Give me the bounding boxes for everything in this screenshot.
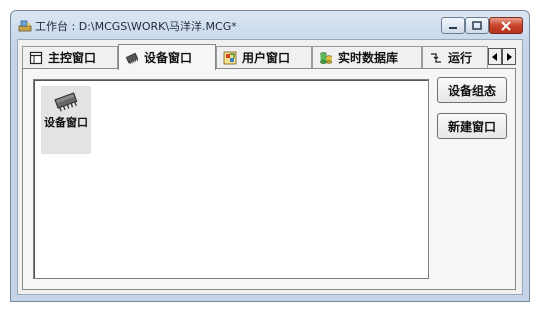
minimize-icon — [449, 26, 457, 29]
title-bar[interactable]: 工作台 : D:\MCGS\WORK\马洋洋.MCG* — [11, 11, 529, 39]
close-button[interactable] — [489, 17, 523, 34]
minimize-button[interactable] — [441, 17, 465, 34]
run-strategy-icon — [431, 52, 441, 63]
device-window-item-label: 设备窗口 — [44, 116, 88, 129]
tab-scroll-right-button[interactable] — [502, 48, 516, 65]
tab-label: 实时数据库 — [338, 51, 399, 65]
maximize-icon — [472, 21, 482, 30]
triangle-left-icon — [492, 52, 497, 61]
tab-main-window[interactable]: 主控窗口 — [22, 46, 118, 68]
device-chip-icon — [54, 92, 78, 112]
tab-label: 用户窗口 — [242, 51, 291, 65]
tab-user-window[interactable]: 用户窗口 — [216, 46, 312, 68]
device-chip-icon — [125, 52, 139, 64]
workbench-window: 工作台 : D:\MCGS\WORK\马洋洋.MCG* 主控窗口 设备窗口 用户… — [10, 10, 530, 302]
tab-label: 设备窗口 — [144, 51, 193, 65]
device-window-list[interactable]: 设备窗口 — [33, 79, 429, 279]
tab-device-window[interactable]: 设备窗口 — [118, 44, 216, 70]
close-icon — [501, 20, 511, 31]
database-icon — [320, 51, 332, 64]
triangle-right-icon — [507, 52, 512, 61]
tab-scroll-left-button[interactable] — [488, 48, 502, 65]
workbench-client-area: 主控窗口 设备窗口 用户窗口 实时数据库 运行 设备窗口 设备组态 新建窗口 — [17, 39, 523, 295]
workbench-app-icon — [18, 20, 32, 32]
window-title: 工作台 : D:\MCGS\WORK\马洋洋.MCG* — [35, 20, 237, 33]
maximize-button[interactable] — [465, 17, 489, 34]
tab-content-panel: 设备窗口 设备组态 新建窗口 — [22, 68, 516, 290]
device-config-button[interactable]: 设备组态 — [437, 77, 507, 103]
user-window-icon — [223, 51, 237, 64]
tab-label: 主控窗口 — [48, 51, 97, 65]
tab-realtime-database[interactable]: 实时数据库 — [312, 46, 422, 68]
tab-run-strategy[interactable]: 运行 — [422, 46, 488, 68]
tab-label: 运行 — [448, 51, 473, 65]
device-window-item[interactable]: 设备窗口 — [41, 86, 91, 154]
tab-strip: 主控窗口 设备窗口 用户窗口 实时数据库 运行 — [22, 44, 516, 70]
new-window-button[interactable]: 新建窗口 — [437, 113, 507, 139]
main-window-icon — [29, 51, 43, 64]
